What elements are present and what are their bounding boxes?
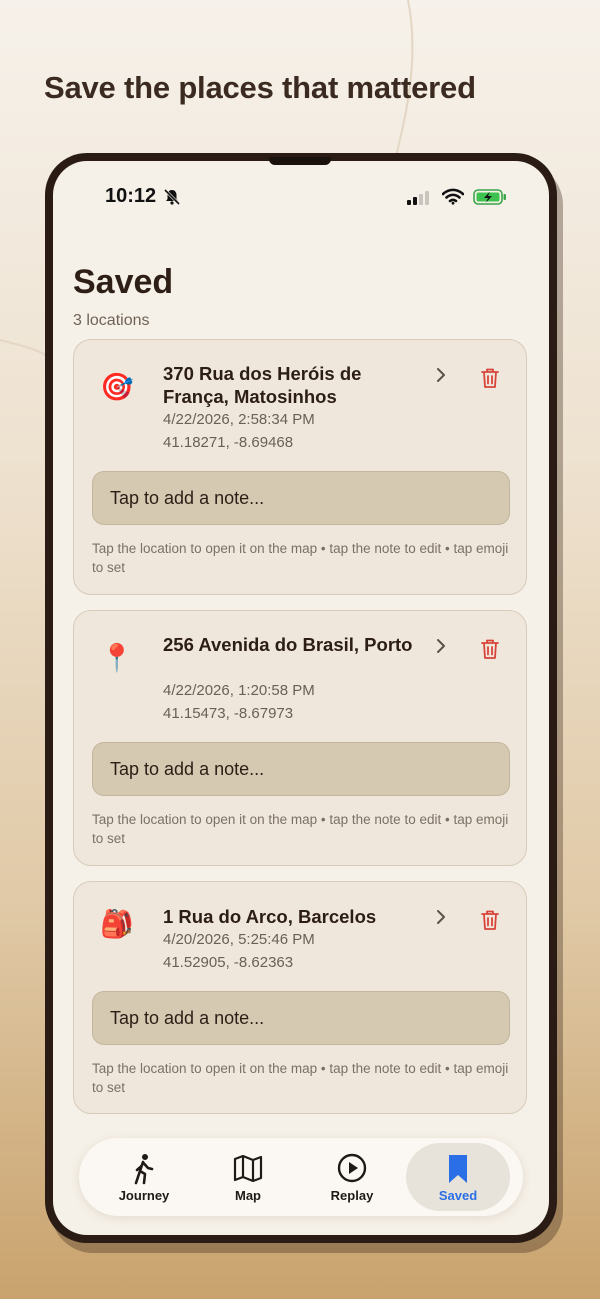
bottom-tab-bar: Journey Map Replay Saved	[79, 1138, 523, 1216]
bell-slash-icon	[163, 188, 181, 206]
location-count: 3 locations	[73, 312, 150, 329]
battery-charging-icon	[473, 189, 506, 205]
chevron-right-icon[interactable]	[434, 908, 448, 926]
signal-icon	[407, 191, 429, 205]
tab-label: Map	[235, 1188, 261, 1203]
page-title: Saved	[73, 263, 174, 301]
phone-frame: 10:12 Saved 3 locations 🎯 370 Rua dos He…	[45, 153, 557, 1243]
location-coords: 41.18271, -8.69468	[163, 434, 294, 451]
status-time: 10:12	[105, 185, 157, 207]
chevron-right-icon[interactable]	[434, 366, 448, 384]
saved-location-card[interactable]: 📍 256 Avenida do Brasil, Porto 4/22/2026…	[73, 610, 527, 866]
trash-icon[interactable]	[480, 909, 500, 931]
promo-headline: Save the places that mattered	[44, 70, 476, 105]
card-hint: Tap the location to open it on the map •…	[92, 541, 509, 575]
trash-icon[interactable]	[480, 638, 500, 660]
location-coords: 41.15473, -8.67973	[163, 705, 294, 722]
tab-label: Replay	[330, 1188, 374, 1203]
status-bar: 10:12	[53, 161, 549, 231]
bookmark-icon	[449, 1155, 467, 1183]
trash-icon[interactable]	[480, 367, 500, 389]
saved-location-card[interactable]: 🎒 1 Rua do Arco, Barcelos 4/20/2026, 5:2…	[73, 881, 527, 1114]
saved-location-card[interactable]: 🎯 370 Rua dos Heróis de França, Matosinh…	[73, 339, 527, 595]
map-icon	[233, 1154, 263, 1183]
walking-person-icon	[134, 1154, 154, 1185]
note-input[interactable]: Tap to add a note...	[92, 471, 510, 525]
location-address[interactable]: 1 Rua do Arco, Barcelos	[163, 905, 423, 928]
play-circle-icon	[337, 1153, 367, 1183]
tab-journey[interactable]: Journey	[92, 1143, 196, 1211]
location-address[interactable]: 370 Rua dos Heróis de França, Matosinhos	[163, 362, 413, 408]
location-coords: 41.52905, -8.62363	[163, 954, 294, 971]
location-address[interactable]: 256 Avenida do Brasil, Porto	[163, 633, 413, 656]
location-date: 4/20/2026, 5:25:46 PM	[163, 931, 315, 948]
phone-notch	[269, 157, 331, 165]
location-emoji[interactable]: 🎒	[100, 908, 134, 942]
tab-map[interactable]: Map	[196, 1143, 300, 1211]
card-hint: Tap the location to open it on the map •…	[92, 1061, 509, 1095]
chevron-right-icon[interactable]	[434, 637, 448, 655]
note-input[interactable]: Tap to add a note...	[92, 742, 510, 796]
location-date: 4/22/2026, 1:20:58 PM	[163, 682, 315, 699]
tab-saved[interactable]: Saved	[406, 1143, 510, 1211]
tab-label: Journey	[118, 1188, 170, 1203]
location-emoji[interactable]: 🎯	[100, 371, 134, 405]
tab-replay[interactable]: Replay	[300, 1143, 404, 1211]
note-input[interactable]: Tap to add a note...	[92, 991, 510, 1045]
location-date: 4/22/2026, 2:58:34 PM	[163, 411, 315, 428]
card-hint: Tap the location to open it on the map •…	[92, 812, 509, 846]
location-emoji[interactable]: 📍	[100, 642, 134, 676]
wifi-icon	[442, 188, 464, 205]
app-screen: 10:12 Saved 3 locations 🎯 370 Rua dos He…	[53, 161, 549, 1235]
tab-label: Saved	[438, 1188, 478, 1203]
